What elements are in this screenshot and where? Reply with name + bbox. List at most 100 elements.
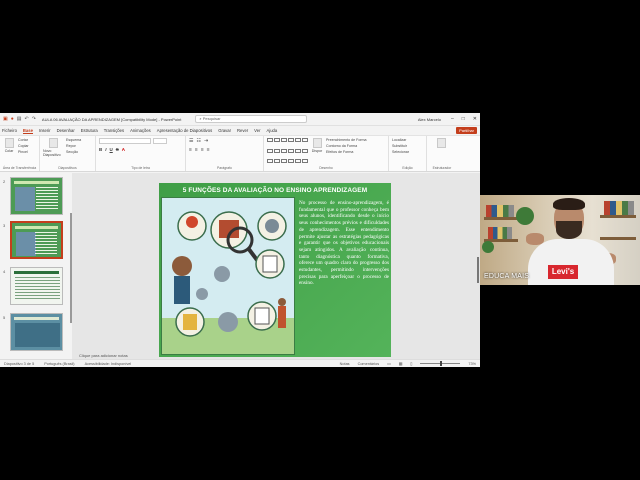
slides-group: Novo Diapositivo Esquema Repor Secção Di…: [40, 136, 96, 171]
notes-placeholder[interactable]: Clique para adicionar notas: [79, 353, 128, 358]
quick-access-toolbar: ▣ ● ▤ ↶ ↷: [3, 116, 36, 122]
shape-effects-button[interactable]: Efeitos de Forma: [326, 150, 367, 154]
bold-icon[interactable]: B: [99, 147, 102, 152]
editing-actions: Localizar Substituir Selecionar: [392, 138, 409, 169]
powerpoint-window: ▣ ● ▤ ↶ ↷ AULA 06 AVALIAÇÃO DA APRENDIZA…: [0, 113, 480, 367]
paste-button[interactable]: Colar: [3, 138, 15, 169]
slide-body-text[interactable]: No processo de ensino-aprendizagem, é fu…: [299, 200, 389, 287]
tab-animacoes[interactable]: Animações: [130, 128, 151, 133]
thumbnail-number: 5: [3, 315, 6, 320]
language-indicator[interactable]: Português (Brasil): [44, 362, 74, 366]
tab-ajuda[interactable]: Ajuda: [266, 128, 277, 133]
thumbnail-number: 3: [3, 223, 6, 228]
format-painter-button[interactable]: Pincel: [18, 150, 29, 154]
find-button[interactable]: Localizar: [392, 138, 409, 142]
sorter-view-icon[interactable]: ▦: [399, 361, 403, 366]
layout-button[interactable]: Esquema: [66, 138, 81, 142]
webcam-caption: EDUCA MAIS: [484, 273, 530, 280]
justify-icon[interactable]: ≡: [207, 147, 210, 153]
designer-button[interactable]: [430, 138, 452, 169]
autosave-icon[interactable]: ●: [11, 116, 14, 122]
notes-button[interactable]: Notas: [340, 362, 350, 366]
undo-icon[interactable]: ↶: [25, 116, 29, 122]
numbering-icon[interactable]: ☷: [196, 138, 200, 144]
status-bar: Diapositivo 3 de 5 Português (Brasil) Ac…: [0, 359, 480, 367]
ribbon-tabs: Ficheiro Base Inserir Desenhar Estrutura…: [0, 126, 480, 135]
arrange-button[interactable]: Dispor: [311, 138, 323, 169]
maximize-button[interactable]: □: [462, 116, 465, 122]
user-name[interactable]: Alex Marcelo: [418, 117, 441, 122]
new-slide-button[interactable]: Novo Diapositivo: [43, 138, 63, 169]
powerpoint-logo-icon: ▣: [3, 116, 8, 122]
clipboard-group: Colar Cortar Copiar Pincel Área de Trans…: [0, 136, 40, 171]
document-title: AULA 06 AVALIAÇÃO DA APRENDIZAGEM [Compa…: [41, 116, 182, 122]
zoom-slider[interactable]: [420, 361, 461, 366]
copy-button[interactable]: Copiar: [18, 144, 29, 148]
slide-thumbnail-3[interactable]: [10, 221, 63, 259]
tab-apresentacao[interactable]: Apresentação de Diapositivos: [157, 128, 212, 133]
slide-scrollbar[interactable]: [477, 257, 479, 283]
tab-desenhar[interactable]: Desenhar: [57, 128, 75, 133]
tab-base[interactable]: Base: [22, 128, 33, 134]
reading-view-icon[interactable]: ▯: [410, 361, 412, 366]
tab-estrutura[interactable]: Estrutura: [81, 128, 98, 133]
comments-button[interactable]: Comentários: [358, 362, 380, 366]
minimize-button[interactable]: –: [451, 116, 454, 122]
slide-thumbnail-2[interactable]: [10, 177, 63, 215]
shape-fill-button[interactable]: Preenchimento de Forma: [326, 138, 367, 142]
redo-icon[interactable]: ↷: [32, 116, 36, 122]
italic-icon[interactable]: I: [105, 147, 106, 152]
slide-thumbnail-5[interactable]: [10, 313, 63, 351]
tab-gravar[interactable]: Gravar: [218, 128, 231, 133]
search-box[interactable]: ⌕ Pesquisar: [195, 115, 308, 123]
indent-icon[interactable]: ⇥: [204, 138, 208, 144]
slide-thumbnail-4[interactable]: [10, 267, 63, 305]
shape-outline-button[interactable]: Contorno da Forma: [326, 144, 367, 148]
font-color-icon[interactable]: A: [122, 147, 125, 152]
paragraph-group-name: Parágrafo: [217, 166, 232, 170]
bullets-icon[interactable]: ☰: [189, 138, 193, 144]
share-button[interactable]: Partilhar: [456, 127, 477, 134]
align-left-icon[interactable]: ≡: [189, 147, 192, 153]
thumbnail-number: 4: [3, 269, 6, 274]
tab-rever[interactable]: Rever: [237, 128, 248, 133]
font-size-box[interactable]: [153, 138, 167, 144]
font-group: B I U S A Tipo de letra: [96, 136, 186, 171]
tab-transicoes[interactable]: Transições: [104, 128, 124, 133]
font-group-name: Tipo de letra: [131, 166, 150, 170]
work-area: 2 3 4 5 5 FUNÇÕES DA AVALIAÇÃO NO ENSINO…: [0, 173, 480, 359]
search-icon: ⌕: [199, 116, 202, 121]
select-button[interactable]: Selecionar: [392, 150, 409, 154]
thumbnail-number: 2: [3, 179, 6, 184]
thumbnails-scrollbar[interactable]: [70, 213, 72, 323]
align-center-icon[interactable]: ≡: [195, 147, 198, 153]
slide-title[interactable]: 5 FUNÇÕES DA AVALIAÇÃO NO ENSINO APRENDI…: [159, 187, 391, 194]
designer-group-name: Estruturador: [432, 166, 452, 170]
font-name-box[interactable]: [99, 138, 151, 144]
underline-icon[interactable]: U: [110, 147, 113, 152]
save-icon[interactable]: ▤: [17, 116, 22, 122]
replace-button[interactable]: Substituir: [392, 144, 409, 148]
accessibility-status[interactable]: Acessibilidade: Indisponível: [85, 362, 132, 366]
reset-button[interactable]: Repor: [66, 144, 81, 148]
new-slide-label: Novo Diapositivo: [43, 149, 61, 157]
new-slide-icon: [48, 138, 58, 148]
tab-ver[interactable]: Ver: [254, 128, 260, 133]
cut-button[interactable]: Cortar: [18, 138, 29, 142]
shapes-gallery[interactable]: [267, 138, 308, 169]
arrange-label: Dispor: [311, 149, 323, 153]
section-button[interactable]: Secção: [66, 150, 81, 154]
tab-inserir[interactable]: Inserir: [39, 128, 51, 133]
strikethrough-icon[interactable]: S: [116, 147, 119, 152]
webcam-feed: Levi's EDUCA MAIS: [480, 195, 640, 285]
tab-ficheiro[interactable]: Ficheiro: [2, 128, 17, 133]
slide-counter: Diapositivo 3 de 5: [4, 361, 35, 366]
close-button[interactable]: ✕: [473, 116, 477, 122]
slide-illustration[interactable]: [161, 197, 295, 355]
align-right-icon[interactable]: ≡: [201, 147, 204, 153]
zoom-level[interactable]: 73%: [468, 362, 476, 366]
current-slide[interactable]: 5 FUNÇÕES DA AVALIAÇÃO NO ENSINO APRENDI…: [159, 183, 391, 357]
shirt-logo: Levi's: [548, 265, 578, 279]
paste-icon: [4, 138, 14, 148]
normal-view-icon[interactable]: ▭: [387, 361, 391, 366]
